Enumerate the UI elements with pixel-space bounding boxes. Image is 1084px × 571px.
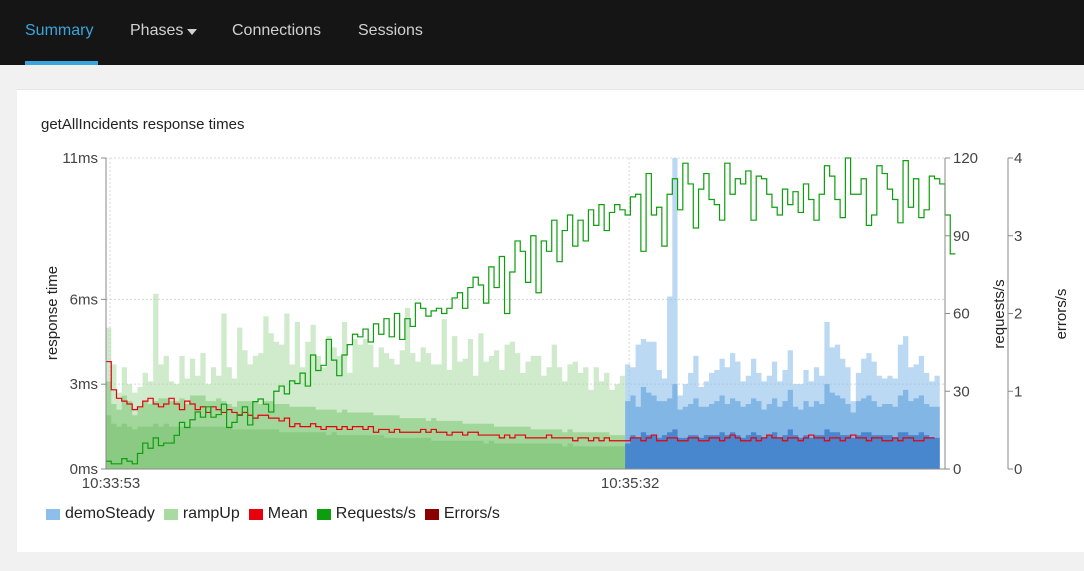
y3-tick-label: 1 bbox=[1014, 383, 1022, 400]
y2-tick-label: 60 bbox=[953, 306, 970, 323]
legend-label: Mean bbox=[267, 505, 308, 522]
y-tick-label: 6ms bbox=[70, 291, 98, 308]
y3-tick-label: 4 bbox=[1014, 150, 1022, 167]
y3-axis-title: errors/s bbox=[1053, 289, 1070, 340]
legend-swatch bbox=[46, 508, 60, 520]
y-tick-label: 3ms bbox=[70, 376, 98, 393]
y2-tick-label: 30 bbox=[953, 383, 970, 400]
x-tick-label: 10:33:53 bbox=[82, 475, 140, 492]
legend-item[interactable]: Mean bbox=[248, 505, 308, 523]
y-axis-title: response time bbox=[44, 266, 61, 360]
y3-tick-label: 2 bbox=[1014, 306, 1022, 323]
y2-tick-label: 0 bbox=[953, 461, 961, 478]
response-time-chart: 0ms3ms6ms11ms03060901200123410:33:53 10:3… bbox=[44, 150, 1070, 492]
legend-item[interactable]: Errors/s bbox=[424, 505, 500, 523]
x-tick-label: 10:35:32 bbox=[601, 475, 659, 492]
y3-tick-label: 3 bbox=[1014, 228, 1022, 245]
legend-swatch bbox=[163, 508, 178, 520]
y2-tick-label: 120 bbox=[953, 150, 978, 167]
legend-label: demoSteady bbox=[65, 505, 155, 522]
legend-swatch bbox=[248, 508, 263, 520]
legend-swatch bbox=[424, 508, 439, 520]
legend-item[interactable]: demoSteady bbox=[46, 505, 155, 523]
legend-item[interactable]: Requests/s bbox=[316, 505, 416, 523]
legend-label: Errors/s bbox=[443, 505, 500, 522]
y2-axis-title: requests/s bbox=[991, 279, 1008, 348]
y3-tick-label: 0 bbox=[1014, 461, 1022, 478]
legend-label: rampUp bbox=[182, 505, 240, 522]
y2-tick-label: 90 bbox=[953, 228, 970, 245]
legend-item[interactable]: rampUp bbox=[163, 505, 240, 523]
y-tick-label: 11ms bbox=[62, 150, 98, 167]
chart-legend: demoSteady rampUp Mean Requests/s Errors/s bbox=[46, 503, 509, 525]
legend-label: Requests/s bbox=[335, 505, 416, 522]
legend-swatch bbox=[316, 508, 331, 520]
demosteady-p50-area bbox=[625, 429, 940, 469]
